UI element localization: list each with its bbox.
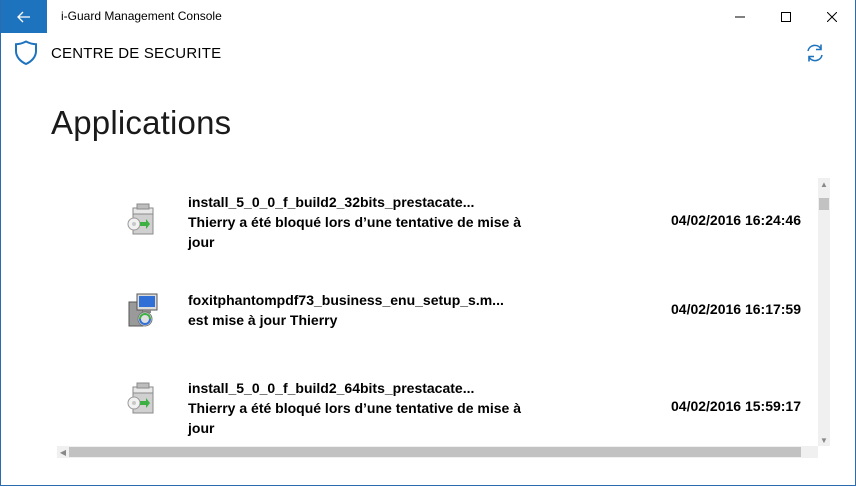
horizontal-scrollbar[interactable]: ◀ <box>57 446 830 458</box>
item-date: 04/02/2016 15:59:17 <box>671 398 801 414</box>
back-button[interactable] <box>1 0 47 33</box>
setup-computer-icon <box>128 293 158 327</box>
installer-box-icon <box>127 382 154 414</box>
shield-icon <box>15 40 37 66</box>
item-message: est mise à jour Thierry <box>188 312 338 328</box>
scrollbar-corner <box>818 446 830 458</box>
item-message-cont: jour <box>188 420 215 436</box>
minimize-icon <box>735 16 745 17</box>
header-title: CENTRE DE SECURITE <box>51 45 222 62</box>
app-window: i-Guard Management Console CENTRE DE SEC… <box>0 0 856 486</box>
close-icon <box>827 11 837 22</box>
item-message-cont: jour <box>188 234 215 250</box>
arrow-left-icon <box>17 11 30 22</box>
item-description: foxitphantompdf73_business_enu_setup_s.m… <box>188 290 568 330</box>
item-date: 04/02/2016 16:17:59 <box>671 301 801 317</box>
maximize-button[interactable] <box>763 0 809 33</box>
maximize-icon <box>781 11 791 22</box>
applications-list: install_5_0_0_f_build2_32bits_prestacate… <box>57 178 817 446</box>
item-description: install_5_0_0_f_build2_32bits_prestacate… <box>188 192 568 252</box>
title-bar: i-Guard Management Console <box>1 0 855 33</box>
list-item[interactable]: install_5_0_0_f_build2_64bits_prestacate… <box>57 369 817 446</box>
item-message: Thierry a été bloqué lors d’une tentativ… <box>188 214 521 230</box>
horizontal-scroll-thumb[interactable] <box>69 447 801 457</box>
minimize-button[interactable] <box>717 0 763 33</box>
installer-box-icon <box>127 203 154 235</box>
item-message: Thierry a été bloqué lors d’une tentativ… <box>188 400 521 416</box>
item-date: 04/02/2016 16:24:46 <box>671 212 801 228</box>
item-filename: foxitphantompdf73_business_enu_setup_s.m… <box>188 292 504 308</box>
window-title: i-Guard Management Console <box>61 9 222 23</box>
item-filename: install_5_0_0_f_build2_32bits_prestacate… <box>188 194 475 210</box>
scroll-up-icon[interactable]: ▲ <box>818 178 830 190</box>
list-item[interactable]: foxitphantompdf73_business_enu_setup_s.m… <box>57 290 817 380</box>
list-item[interactable]: install_5_0_0_f_build2_32bits_prestacate… <box>57 190 817 280</box>
vertical-scrollbar[interactable]: ▲ ▼ <box>818 178 830 446</box>
item-filename: install_5_0_0_f_build2_64bits_prestacate… <box>188 380 475 396</box>
vertical-scroll-thumb[interactable] <box>819 198 829 210</box>
refresh-icon[interactable] <box>804 42 826 64</box>
item-description: install_5_0_0_f_build2_64bits_prestacate… <box>188 378 568 438</box>
scroll-left-icon[interactable]: ◀ <box>57 446 69 458</box>
page-title: Applications <box>51 104 232 141</box>
section-header: CENTRE DE SECURITE <box>1 34 855 74</box>
scroll-down-icon[interactable]: ▼ <box>818 434 830 446</box>
close-button[interactable] <box>809 0 855 33</box>
